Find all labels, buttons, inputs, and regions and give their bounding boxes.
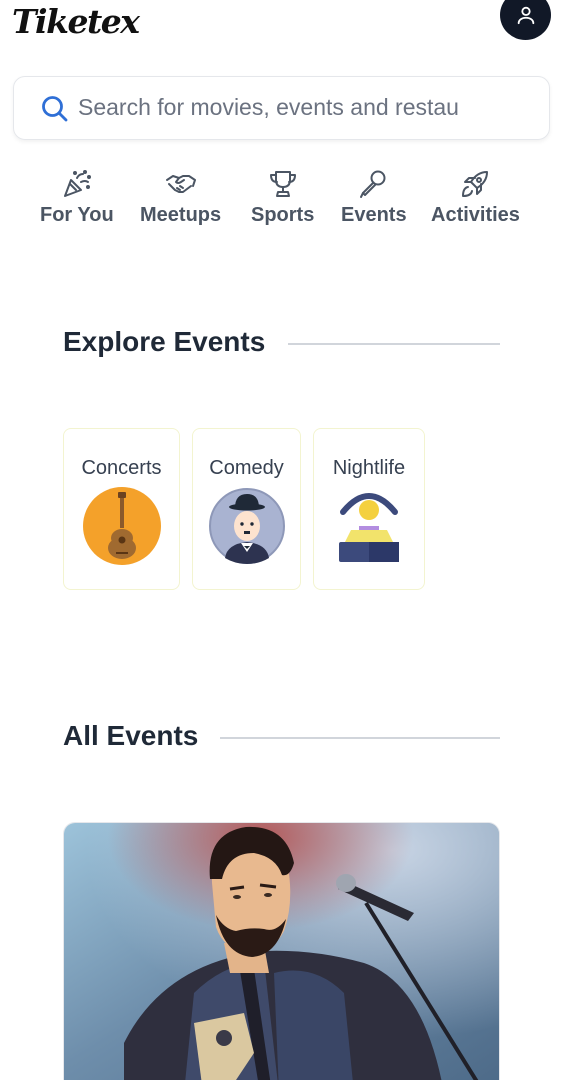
category-label: Events xyxy=(341,204,407,226)
category-activities[interactable]: Activities xyxy=(431,168,520,227)
section-divider xyxy=(220,737,500,739)
singer-performing-photo xyxy=(64,823,499,1080)
category-label: Activities xyxy=(431,204,520,226)
category-for-you[interactable]: For You xyxy=(40,168,114,227)
trophy-icon xyxy=(269,171,296,197)
rocket-icon xyxy=(462,171,489,197)
search-input[interactable] xyxy=(78,77,538,137)
profile-button[interactable] xyxy=(500,0,551,40)
section-divider xyxy=(288,343,500,345)
explore-card-nightlife[interactable]: Nightlife xyxy=(313,428,425,590)
all-events-title: All Events xyxy=(63,720,199,751)
user-icon xyxy=(517,6,534,25)
category-meetups[interactable]: Meetups xyxy=(140,168,221,227)
explore-card-label: Nightlife xyxy=(332,457,406,479)
explore-card-label: Concerts xyxy=(81,457,162,479)
handshake-icon xyxy=(165,175,196,193)
guitar-icon xyxy=(82,487,161,565)
microphone-icon xyxy=(359,170,386,198)
comedian-icon xyxy=(208,488,285,564)
dj-icon xyxy=(339,493,399,562)
event-card[interactable] xyxy=(63,822,500,1080)
category-sports[interactable]: Sports xyxy=(251,168,314,227)
explore-card-concerts[interactable]: Concerts xyxy=(63,428,180,590)
category-events[interactable]: Events xyxy=(341,168,407,227)
explore-card-comedy[interactable]: Comedy xyxy=(192,428,301,590)
search-icon[interactable] xyxy=(40,94,70,124)
category-label: Meetups xyxy=(140,204,222,226)
party-popper-icon xyxy=(63,170,91,197)
category-label: Sports xyxy=(251,204,315,226)
explore-events-title: Explore Events xyxy=(63,326,266,357)
search-bar[interactable] xyxy=(13,76,550,140)
category-label: For You xyxy=(40,204,114,226)
app-header: Tiketex xyxy=(0,0,563,60)
category-nav: For You Meetups Sports Events Activities xyxy=(0,168,563,238)
app-logo[interactable]: Tiketex xyxy=(12,2,140,41)
explore-card-label: Comedy xyxy=(209,457,284,479)
